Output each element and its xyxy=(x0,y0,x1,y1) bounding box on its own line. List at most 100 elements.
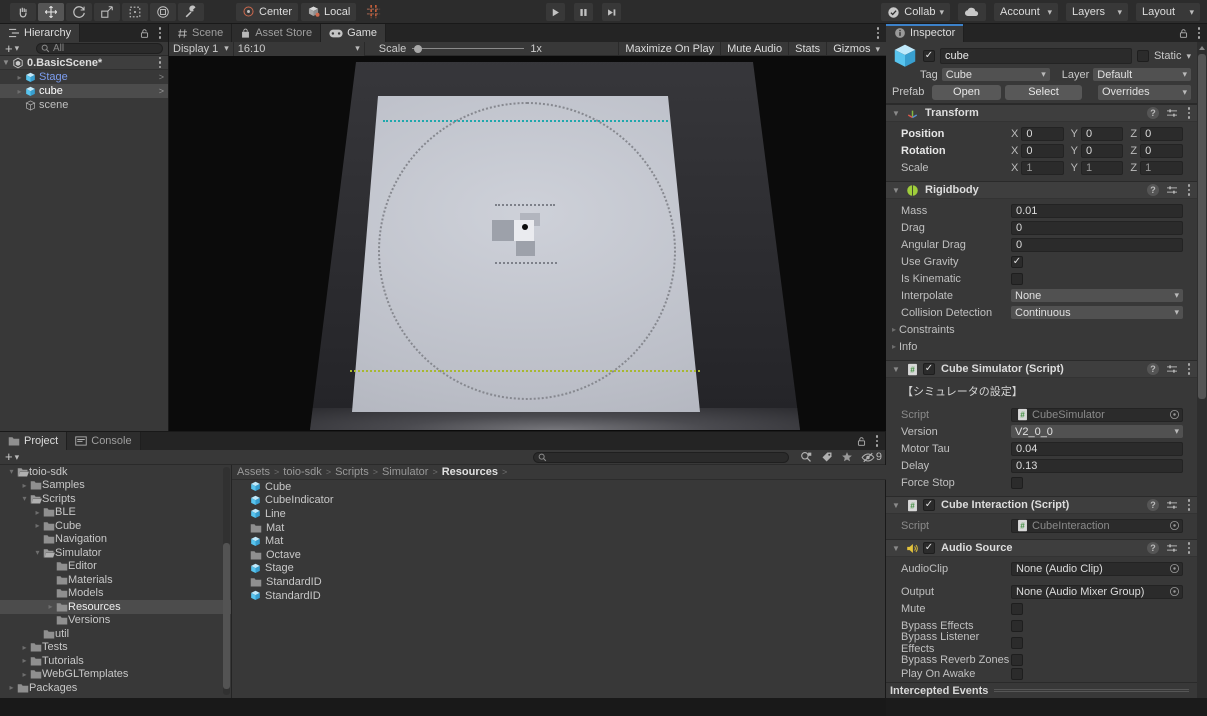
game-button-gizmos[interactable]: Gizmos▾ xyxy=(826,42,886,56)
file-item-mat[interactable]: Mat xyxy=(232,521,886,535)
object-picker-icon[interactable] xyxy=(1169,563,1180,574)
help-icon[interactable]: ? xyxy=(1147,542,1159,554)
expander-icon[interactable]: ▸ xyxy=(19,643,30,652)
inspector-scrollbar-thumb[interactable] xyxy=(1198,54,1206,399)
vector-field-x[interactable]: X1 xyxy=(1011,161,1064,175)
scale-slider[interactable] xyxy=(412,48,524,49)
property-row-mass[interactable]: Mass0.01 xyxy=(886,202,1197,219)
pause-button[interactable] xyxy=(574,3,593,21)
tab-game[interactable]: Game xyxy=(321,24,386,42)
tree-item-navigation[interactable]: Navigation xyxy=(0,533,231,547)
prefab-nav-icon[interactable]: > xyxy=(159,72,164,82)
help-icon[interactable]: ? xyxy=(1147,499,1159,511)
vector-value[interactable]: 1 xyxy=(1081,161,1123,175)
vector-field-y[interactable]: Y1 xyxy=(1071,161,1124,175)
component-header-transform[interactable]: ▼Transform? xyxy=(886,104,1197,122)
vector-value[interactable]: 1 xyxy=(1140,161,1183,175)
hierarchy-scene-row[interactable]: ▼0.BasicScene* xyxy=(0,56,168,70)
property-row-version[interactable]: VersionV2_0_0▾ xyxy=(886,423,1197,440)
component-enabled-checkbox[interactable]: ✓ xyxy=(923,542,935,554)
hierarchy-create-button[interactable]: +▾ xyxy=(5,43,19,54)
hidden-packages-icon[interactable] xyxy=(861,452,875,463)
tree-item-util[interactable]: util xyxy=(0,627,231,641)
vector-field-z[interactable]: Z1 xyxy=(1130,161,1183,175)
tree-item-webgltemplates[interactable]: ▸WebGLTemplates xyxy=(0,668,231,682)
scene-menu-icon[interactable] xyxy=(156,57,164,69)
object-field[interactable]: None (Audio Clip) xyxy=(1011,562,1183,576)
expander-icon[interactable]: ▸ xyxy=(889,342,899,351)
prefab-overrides-dropdown[interactable]: Overrides ▾ xyxy=(1098,85,1191,100)
property-row-rotation[interactable]: RotationX0Y0Z0 xyxy=(886,142,1197,159)
pivot-center-button[interactable]: Center xyxy=(236,3,298,21)
vector-value[interactable]: 1 xyxy=(1021,161,1063,175)
property-row-output[interactable]: OutputNone (Audio Mixer Group) xyxy=(886,583,1197,600)
active-checkbox[interactable]: ✓ xyxy=(923,50,935,62)
foldout-icon[interactable]: ▼ xyxy=(890,365,902,374)
property-row-position[interactable]: PositionX0Y0Z0 xyxy=(886,125,1197,142)
tree-item-versions[interactable]: Versions xyxy=(0,614,231,628)
hierarchy-item-stage[interactable]: ▸Stage> xyxy=(0,70,168,84)
vector-value[interactable]: 0 xyxy=(1081,144,1123,158)
file-item-line[interactable]: Line xyxy=(232,507,886,521)
component-menu-icon[interactable] xyxy=(1185,542,1193,554)
tree-item-materials[interactable]: Materials xyxy=(0,573,231,587)
inspector-scrollbar[interactable] xyxy=(1197,42,1207,698)
tree-item-simulator[interactable]: ▾Simulator xyxy=(0,546,231,560)
panel-menu-icon[interactable] xyxy=(874,27,882,39)
expander-icon[interactable]: ▾ xyxy=(19,494,30,503)
property-row-drag[interactable]: Drag0 xyxy=(886,219,1197,236)
panel-menu-icon[interactable] xyxy=(156,27,164,39)
custom-tools[interactable] xyxy=(178,3,204,21)
vector-value[interactable]: 0 xyxy=(1021,127,1063,141)
object-field[interactable]: #CubeInteraction xyxy=(1011,519,1183,533)
property-row-collision-detection[interactable]: Collision DetectionContinuous▾ xyxy=(886,304,1197,321)
vector-value[interactable]: 0 xyxy=(1021,144,1063,158)
display-dropdown[interactable]: Display 1 ▾ xyxy=(169,42,234,56)
intercepted-events-bar[interactable]: Intercepted Events xyxy=(886,682,1207,698)
component-header-rigidbody[interactable]: ▼Rigidbody? xyxy=(886,181,1197,199)
tree-item-samples[interactable]: ▸Samples xyxy=(0,479,231,493)
static-checkbox[interactable] xyxy=(1137,50,1149,62)
vector-value[interactable]: 0 xyxy=(1140,144,1183,158)
expander-icon[interactable]: ▸ xyxy=(6,683,17,692)
property-dropdown[interactable]: V2_0_0▾ xyxy=(1011,425,1183,438)
tree-item-ble[interactable]: ▸BLE xyxy=(0,506,231,520)
property-row-use-gravity[interactable]: Use Gravity✓ xyxy=(886,253,1197,270)
expander-icon[interactable]: ▸ xyxy=(19,670,30,679)
vector-field-z[interactable]: Z0 xyxy=(1130,144,1183,158)
property-row-interpolate[interactable]: InterpolateNone▾ xyxy=(886,287,1197,304)
play-button[interactable] xyxy=(546,3,565,21)
game-button-stats[interactable]: Stats xyxy=(788,42,826,56)
expander-icon[interactable]: ▸ xyxy=(32,508,43,517)
property-row-delay[interactable]: Delay0.13 xyxy=(886,457,1197,474)
layer-dropdown[interactable]: Default ▾ xyxy=(1093,68,1191,81)
file-item-cube[interactable]: Cube xyxy=(232,480,886,494)
property-row-bypass-listener-effects[interactable]: Bypass Listener Effects xyxy=(886,634,1197,651)
vector-field-x[interactable]: X0 xyxy=(1011,127,1064,141)
tab-scene[interactable]: Scene xyxy=(169,24,232,42)
rotate-tool[interactable] xyxy=(66,3,92,21)
property-checkbox[interactable] xyxy=(1011,620,1023,632)
expander-icon[interactable]: ▸ xyxy=(14,73,25,82)
foldout-icon[interactable]: ▼ xyxy=(890,544,902,553)
tree-item-tests[interactable]: ▸Tests xyxy=(0,641,231,655)
game-button-maximize-on-play[interactable]: Maximize On Play xyxy=(618,42,720,56)
account-dropdown[interactable]: Account ▾ xyxy=(994,3,1058,21)
breadcrumb-item[interactable]: Assets xyxy=(237,466,270,478)
search-by-label-icon[interactable] xyxy=(821,451,833,463)
file-item-cubeindicator[interactable]: CubeIndicator xyxy=(232,494,886,508)
foldout-icon[interactable]: ▼ xyxy=(890,186,902,195)
pivot-local-button[interactable]: Local xyxy=(301,3,356,21)
breadcrumb-item[interactable]: toio-sdk xyxy=(283,466,322,478)
component-enabled-checkbox[interactable]: ✓ xyxy=(923,499,935,511)
tab-project[interactable]: Project xyxy=(0,432,67,450)
project-create-button[interactable]: +▾ xyxy=(5,452,19,463)
foldout-icon[interactable]: ▼ xyxy=(0,58,12,67)
layers-dropdown[interactable]: Layers ▾ xyxy=(1066,3,1128,21)
value-field[interactable]: 0 xyxy=(1011,238,1183,252)
file-item-octave[interactable]: Octave xyxy=(232,548,886,562)
value-field[interactable]: 0.04 xyxy=(1011,442,1183,456)
help-icon[interactable]: ? xyxy=(1147,184,1159,196)
object-field[interactable]: None (Audio Mixer Group) xyxy=(1011,585,1183,599)
help-icon[interactable]: ? xyxy=(1147,363,1159,375)
